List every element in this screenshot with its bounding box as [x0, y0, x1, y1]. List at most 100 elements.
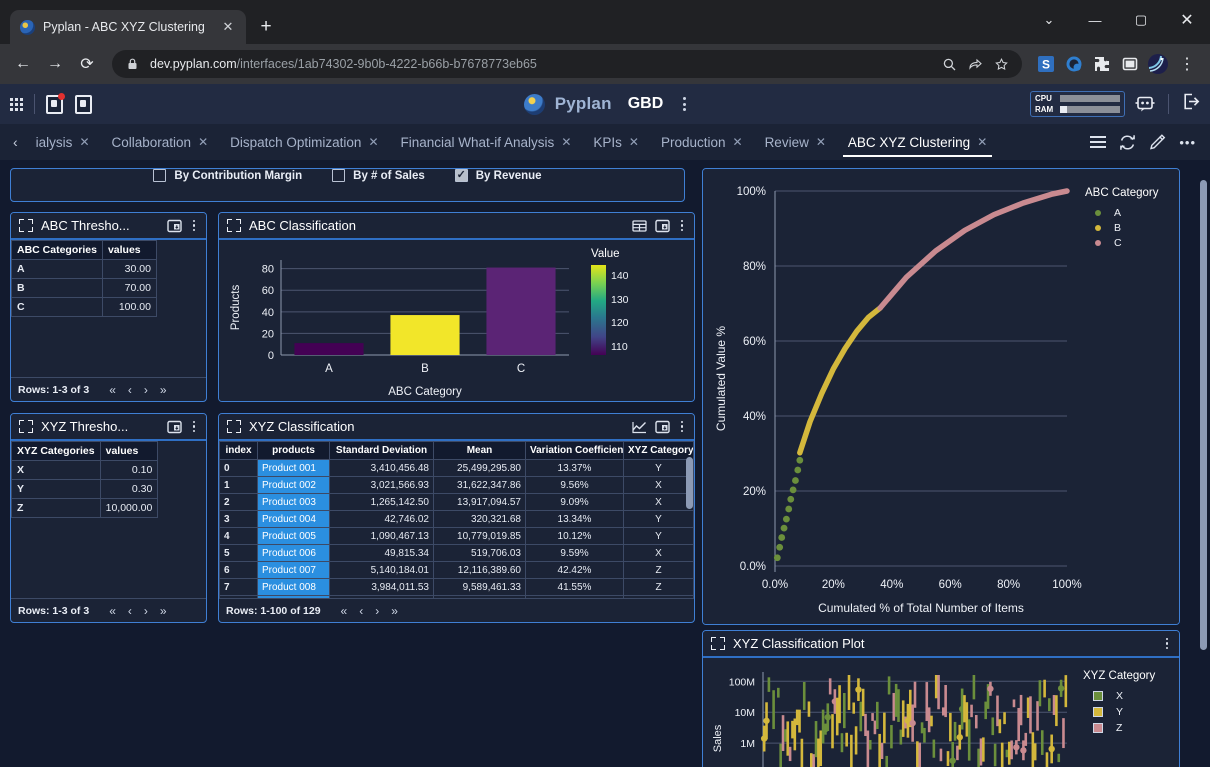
- kebab-icon[interactable]: [678, 420, 687, 433]
- table-row[interactable]: B 70.00: [11, 278, 157, 298]
- value-cell[interactable]: 10,000.00: [99, 498, 159, 518]
- pareto-point-A[interactable]: [782, 515, 790, 523]
- more-icon[interactable]: •••: [1179, 135, 1196, 150]
- interface-tab-review[interactable]: Review ✕: [754, 124, 837, 160]
- logout-icon[interactable]: [1181, 92, 1200, 116]
- maximize-button[interactable]: ▢: [1118, 0, 1164, 40]
- last-page-button[interactable]: »: [385, 604, 404, 618]
- column-header[interactable]: index: [219, 441, 258, 460]
- close-tab-icon[interactable]: ✕: [79, 135, 89, 149]
- pareto-point-A[interactable]: [778, 534, 786, 541]
- scatter-point[interactable]: [1057, 685, 1065, 692]
- legend-item-Y[interactable]: Y: [1093, 706, 1123, 718]
- expand-icon[interactable]: [227, 420, 241, 433]
- address-bar[interactable]: dev.pyplan.com/interfaces/1ab74302-9b0b-…: [112, 50, 1022, 78]
- table-row[interactable]: 6 Product 007 5,140,184.01 12,116,389.60 42.…: [219, 561, 694, 579]
- pareto-point-A[interactable]: [794, 466, 802, 474]
- pareto-point-A[interactable]: [787, 495, 795, 503]
- interface-tab-collaboration[interactable]: Collaboration ✕: [101, 124, 220, 160]
- first-page-button[interactable]: «: [103, 604, 122, 618]
- apps-grid-icon[interactable]: [10, 97, 23, 111]
- close-tab-icon[interactable]: ✕: [220, 19, 236, 35]
- table-row[interactable]: Y 0.30: [11, 479, 159, 499]
- pareto-series-C[interactable]: [877, 188, 1070, 311]
- scatter-point[interactable]: [1020, 747, 1027, 754]
- interface-tab-production[interactable]: Production ✕: [650, 124, 754, 160]
- s-extension-icon[interactable]: S: [1033, 52, 1058, 77]
- menu-icon[interactable]: [1090, 136, 1107, 148]
- scatter-point[interactable]: [824, 713, 832, 721]
- value-cell[interactable]: 100.00: [101, 297, 157, 317]
- legend-item-X[interactable]: X: [1093, 690, 1123, 702]
- content-scrollbar[interactable]: [1200, 168, 1207, 716]
- close-tab-icon[interactable]: ✕: [561, 135, 571, 149]
- chatbot-icon[interactable]: [1134, 94, 1156, 114]
- scatter-point[interactable]: [1013, 744, 1020, 751]
- expand-icon[interactable]: [19, 219, 33, 232]
- last-page-button[interactable]: »: [154, 383, 173, 397]
- column-header[interactable]: Standard Deviation: [329, 441, 434, 460]
- column-header[interactable]: XYZ Category: [623, 441, 694, 460]
- table-row[interactable]: 0 Product 001 3,410,456.48 25,499,295.80 13.…: [219, 459, 694, 477]
- profile-avatar[interactable]: [1145, 52, 1170, 77]
- save-copy-icon[interactable]: [75, 94, 92, 114]
- export-icon[interactable]: [654, 420, 670, 434]
- table-row[interactable]: X 0.10: [11, 460, 159, 480]
- abc-pareto-chart[interactable]: 0.0% 0.0% 20% 20% 40% 40% 60% 60% 80% 80% 100% 100%…: [703, 169, 1179, 624]
- filter-checkbox-by-contribution-margin[interactable]: By Contribution Margin: [153, 169, 302, 182]
- legend-item-A[interactable]: A: [1095, 207, 1121, 219]
- chart-view-icon[interactable]: [631, 420, 647, 434]
- browser-menu-button[interactable]: ⋮: [1172, 49, 1202, 79]
- browser-tab[interactable]: Pyplan - ABC XYZ Clustering ✕: [10, 10, 246, 44]
- interface-tab-financial-what-if-analysis[interactable]: Financial What-if Analysis ✕: [390, 124, 583, 160]
- scatter-point[interactable]: [956, 734, 963, 741]
- scatter-point[interactable]: [949, 757, 956, 764]
- share-icon[interactable]: [967, 56, 984, 73]
- table-row[interactable]: 5 Product 006 49,815.34 519,706.03 9.59% X: [219, 544, 694, 562]
- edit-icon[interactable]: [1149, 133, 1166, 151]
- pareto-point-A[interactable]: [780, 524, 788, 532]
- next-page-button[interactable]: ›: [138, 604, 154, 618]
- kebab-icon[interactable]: [678, 219, 687, 232]
- bar-A[interactable]: [294, 343, 364, 355]
- back-button[interactable]: ←: [8, 49, 38, 79]
- interface-tab-kpis[interactable]: KPIs ✕: [582, 124, 650, 160]
- scatter-point[interactable]: [909, 719, 916, 727]
- table-row[interactable]: 4 Product 005 1,090,467.13 10,779,019.85 10.…: [219, 527, 694, 545]
- pareto-point-A[interactable]: [776, 543, 784, 551]
- legend-item-B[interactable]: B: [1095, 222, 1121, 234]
- table-row[interactable]: C 100.00: [11, 297, 157, 317]
- pareto-point-A[interactable]: [773, 554, 781, 562]
- column-header[interactable]: values: [99, 441, 159, 461]
- xyz-scatter-chart[interactable]: 10k100k1M10M100MP001P006P011P016P021P026…: [703, 658, 1179, 767]
- table-scrollbar[interactable]: [686, 457, 693, 596]
- table-row[interactable]: 2 Product 003 1,265,142.50 13,917,094.57 9.0…: [219, 493, 694, 511]
- minimize-button[interactable]: —: [1072, 0, 1118, 40]
- close-tab-icon[interactable]: ✕: [198, 135, 208, 149]
- filter-checkbox-by-of-sales[interactable]: By # of Sales: [332, 169, 425, 182]
- next-page-button[interactable]: ›: [138, 383, 154, 397]
- column-header[interactable]: Mean: [433, 441, 526, 460]
- tab-search-icon[interactable]: ⌄: [1026, 0, 1072, 40]
- column-header[interactable]: products: [257, 441, 330, 460]
- table-row[interactable]: A 30.00: [11, 259, 157, 279]
- bookmark-star-icon[interactable]: [993, 56, 1010, 73]
- interface-tab-dispatch-optimization[interactable]: Dispatch Optimization ✕: [219, 124, 389, 160]
- expand-icon[interactable]: [227, 219, 241, 232]
- close-tab-icon[interactable]: ✕: [629, 135, 639, 149]
- workspace-menu-icon[interactable]: [683, 97, 687, 111]
- interface-tab-abc-xyz-clustering[interactable]: ABC XYZ Clustering ✕: [837, 124, 998, 160]
- checkbox-box[interactable]: [454, 169, 468, 182]
- legend-item-C[interactable]: C: [1095, 237, 1122, 249]
- bar-B[interactable]: [390, 315, 460, 355]
- filter-checkbox-by-revenue[interactable]: By Revenue: [454, 169, 542, 182]
- forward-button[interactable]: →: [40, 49, 70, 79]
- table-row[interactable]: 3 Product 004 42,746.02 320,321.68 13.34% Y: [219, 510, 694, 528]
- pareto-point-A[interactable]: [785, 505, 793, 513]
- pareto-point-A[interactable]: [789, 486, 797, 494]
- column-header[interactable]: Variation Coefficient: [525, 441, 624, 460]
- close-tab-icon[interactable]: ✕: [733, 135, 743, 149]
- column-header[interactable]: values: [101, 240, 157, 260]
- kebab-icon[interactable]: [190, 420, 199, 433]
- value-cell[interactable]: 70.00: [101, 278, 157, 298]
